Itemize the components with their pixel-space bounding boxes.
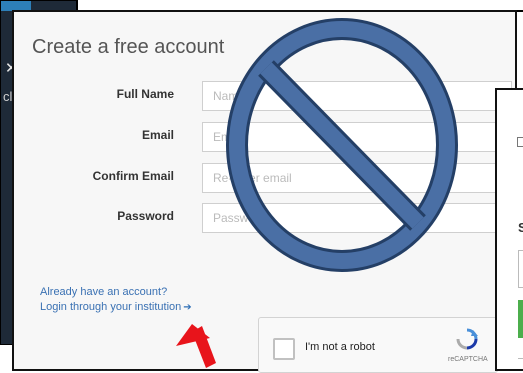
login-links: Already have an account? Login through y… [40, 285, 192, 315]
full-name-label: Full Name [116, 87, 174, 101]
recaptcha-widget: I'm not a robot reCAPTCHA [258, 317, 498, 373]
overlapping-dialog: S [495, 88, 523, 371]
recaptcha-label: I'm not a robot [305, 341, 375, 353]
recaptcha-checkbox[interactable] [273, 338, 295, 360]
dialog-checkbox[interactable] [517, 137, 523, 147]
dialog-input-fragment[interactable] [518, 250, 523, 288]
recaptcha-logo-icon [456, 328, 478, 350]
already-have-account-link[interactable]: Already have an account? [40, 285, 192, 300]
dialog-divider [518, 358, 523, 359]
red-arrow-icon [176, 324, 216, 368]
recaptcha-brand: reCAPTCHA [448, 356, 488, 363]
password-label: Password [117, 209, 174, 223]
institution-login-link[interactable]: Login through your institution ➔ [40, 300, 192, 315]
dialog-heading-fragment: S [518, 220, 523, 235]
confirm-email-label: Confirm Email [92, 169, 174, 183]
prohibition-icon [226, 18, 458, 272]
dialog-green-button[interactable] [518, 300, 523, 338]
background-text-fragment: cl [3, 89, 13, 104]
institution-login-label: Login through your institution [40, 301, 182, 313]
arrow-right-icon: ➔ [183, 302, 192, 313]
email-label: Email [141, 128, 174, 142]
page-title: Create a free account [32, 36, 225, 58]
